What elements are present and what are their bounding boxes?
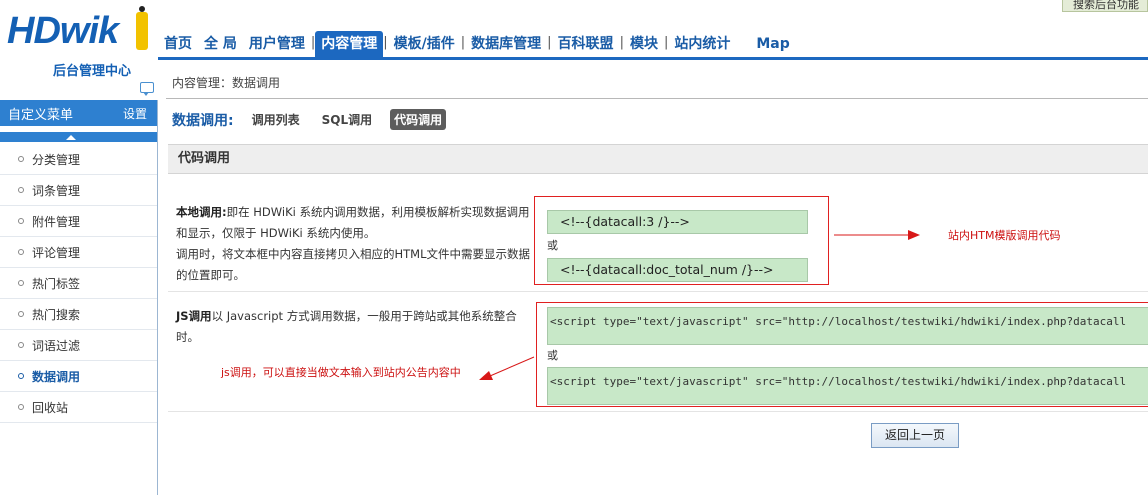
sidebar-item-hot-tags[interactable]: 热门标签 xyxy=(0,268,157,299)
js-code-textarea-1[interactable]: <script type="text/javascript" src="http… xyxy=(547,307,1148,345)
sidebar-item-entries[interactable]: 词条管理 xyxy=(0,175,157,206)
nav-templates[interactable]: 模板/插件 xyxy=(388,34,461,58)
subnav-sql-call[interactable]: SQL调用 xyxy=(318,109,377,130)
bullet-icon xyxy=(18,342,24,348)
nav-map[interactable]: Map xyxy=(750,34,795,58)
bullet-icon xyxy=(18,187,24,193)
local-call-text-2: 调用时，将文本框中内容直接拷贝入相应的HTML文件中需要显示数据的位置即可。 xyxy=(176,247,530,282)
js-call-row: JS调用以 Javascript 方式调用数据，一般用于跨站或其他系统整合时。 … xyxy=(168,298,1148,412)
annotation-local: 站内HTM模版调用代码 xyxy=(948,229,1061,242)
local-call-text-1: 即在 HDWiKi 系统内调用数据，利用模板解析实现数据调用和显示，仅限于 HD… xyxy=(176,205,530,240)
sidebar-item-word-filter[interactable]: 词语过滤 xyxy=(0,330,157,361)
main-content: 内容管理：数据调用 数据调用: 调用列表 SQL调用 代码调用 代码调用 本地调… xyxy=(158,60,1148,495)
logo-subtitle: 后台管理中心 xyxy=(53,64,132,79)
logo: HDwik 后台管理中心 xyxy=(0,0,158,100)
bullet-icon xyxy=(18,156,24,162)
sidebar-item-label: 热门搜索 xyxy=(32,307,81,322)
subnav-call-list[interactable]: 调用列表 xyxy=(248,109,304,130)
annotation-js: js调用，可以直接当做文本输入到站内公告内容中 xyxy=(221,366,461,379)
sidebar-item-attachments[interactable]: 附件管理 xyxy=(0,206,157,237)
nav-users[interactable]: 用户管理 xyxy=(243,34,311,58)
sidebar-item-label: 数据调用 xyxy=(32,369,81,384)
sidebar-collapse-toggle[interactable] xyxy=(0,132,157,142)
sidebar-settings-link[interactable]: 设置 xyxy=(123,105,147,122)
page: 搜索后台功能 HDwik 后台管理中心 首页 全 局 用户管理 | 内容管理 |… xyxy=(0,0,1148,495)
or-label: 或 xyxy=(547,349,558,362)
local-call-description: 本地调用:即在 HDWiKi 系统内调用数据，利用模板解析实现数据调用和显示，仅… xyxy=(176,202,532,286)
nav-database[interactable]: 数据库管理 xyxy=(465,34,547,58)
logo-text: HDwik xyxy=(7,10,119,52)
local-call-label: 本地调用: xyxy=(176,205,227,219)
sidebar-item-label: 热门标签 xyxy=(32,276,81,291)
sidebar-item-label: 评论管理 xyxy=(32,245,81,260)
panel-title: 代码调用 xyxy=(168,144,1148,174)
sidebar-item-hot-search[interactable]: 热门搜索 xyxy=(0,299,157,330)
chat-bubble-icon[interactable] xyxy=(140,82,154,96)
local-code-field-2[interactable]: <!--{datacall:doc_total_num /}--> xyxy=(547,258,808,282)
sidebar-header: 自定义菜单 设置 xyxy=(0,100,157,126)
bullet-icon xyxy=(18,249,24,255)
bullet-icon xyxy=(18,373,24,379)
top-nav: 首页 全 局 用户管理 | 内容管理 | 模板/插件 | 数据库管理 | 百科联… xyxy=(158,28,796,58)
sidebar-item-label: 词语过滤 xyxy=(32,338,81,353)
sidebar-item-label: 回收站 xyxy=(32,400,69,415)
nav-global[interactable]: 全 局 xyxy=(198,34,243,58)
back-button[interactable]: 返回上一页 xyxy=(871,423,959,448)
sidebar-item-label: 附件管理 xyxy=(32,214,81,229)
bullet-icon xyxy=(18,404,24,410)
search-backend-tab[interactable]: 搜索后台功能 xyxy=(1062,0,1148,12)
sidebar-title: 自定义菜单 xyxy=(8,107,74,123)
sidebar-item-comments[interactable]: 评论管理 xyxy=(0,237,157,268)
logo-mark-icon xyxy=(136,6,148,50)
subnav-title: 数据调用: xyxy=(172,112,234,129)
js-code-textarea-2[interactable]: <script type="text/javascript" src="http… xyxy=(547,367,1148,405)
bullet-icon xyxy=(18,280,24,286)
breadcrumb: 内容管理：数据调用 xyxy=(172,76,281,90)
bullet-icon xyxy=(18,218,24,224)
js-call-label: JS调用 xyxy=(176,309,212,323)
nav-stats[interactable]: 站内统计 xyxy=(668,34,736,58)
js-call-description: JS调用以 Javascript 方式调用数据，一般用于跨站或其他系统整合时。 xyxy=(176,306,532,348)
or-label: 或 xyxy=(547,239,558,252)
js-call-text: 以 Javascript 方式调用数据，一般用于跨站或其他系统整合时。 xyxy=(176,309,517,344)
local-code-field-1[interactable]: <!--{datacall:3 /}--> xyxy=(547,210,808,234)
sidebar-menu: 分类管理 词条管理 附件管理 评论管理 热门标签 热门搜索 词语过滤 数据调用 … xyxy=(0,144,157,423)
subnav-code-call[interactable]: 代码调用 xyxy=(390,109,447,130)
breadcrumb-divider xyxy=(166,98,1148,99)
sub-nav: 数据调用: 调用列表 SQL调用 代码调用 xyxy=(172,109,460,130)
nav-alliance[interactable]: 百科联盟 xyxy=(552,34,620,58)
js-code-highlight: <script type="text/javascript" src="http… xyxy=(536,302,1148,407)
bullet-icon xyxy=(18,311,24,317)
nav-home[interactable]: 首页 xyxy=(158,34,198,58)
local-code-highlight: <!--{datacall:3 /}--> 或 <!--{datacall:do… xyxy=(534,196,829,285)
sidebar-item-label: 分类管理 xyxy=(32,152,81,167)
nav-content[interactable]: 内容管理 xyxy=(315,31,384,58)
sidebar: 自定义菜单 设置 分类管理 词条管理 附件管理 评论管理 热门标签 热门搜索 词… xyxy=(0,100,158,495)
nav-modules[interactable]: 模块 xyxy=(624,34,664,58)
sidebar-item-label: 词条管理 xyxy=(32,183,81,198)
sidebar-item-categories[interactable]: 分类管理 xyxy=(0,144,157,175)
sidebar-item-recycle-bin[interactable]: 回收站 xyxy=(0,392,157,423)
sidebar-item-datacall[interactable]: 数据调用 xyxy=(0,361,157,392)
